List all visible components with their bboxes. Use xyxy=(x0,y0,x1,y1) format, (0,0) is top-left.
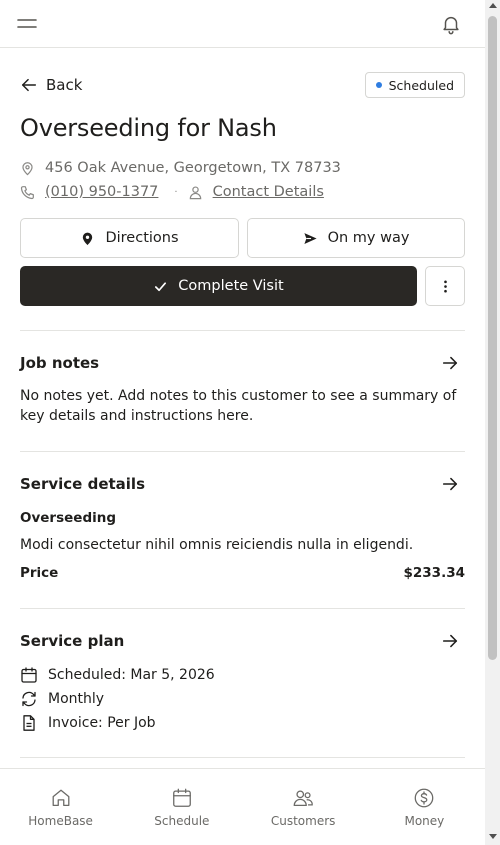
phone-icon xyxy=(20,185,34,199)
send-icon xyxy=(303,232,317,244)
bottom-navigation: HomeBase Schedule Customers Money xyxy=(0,768,485,845)
directions-button[interactable]: Directions xyxy=(20,218,239,258)
nav-label-money: Money xyxy=(404,814,445,828)
status-dot xyxy=(375,82,382,88)
complete-visit-button[interactable]: Complete Visit xyxy=(20,266,417,306)
contact-row: (010) 950-1377 · Contact Details xyxy=(20,182,324,202)
status-label: Scheduled xyxy=(388,77,454,93)
on-my-way-label: On my way xyxy=(327,230,410,246)
address-row: 456 Oak Avenue, Georgetown, TX 78733 xyxy=(20,158,341,178)
frequency-text: Monthly xyxy=(48,691,105,707)
separator-dot: · xyxy=(174,186,178,198)
frequency-row: Monthly xyxy=(20,688,104,710)
divider xyxy=(20,330,465,331)
page-title: Overseeding for Nash xyxy=(20,114,277,142)
location-pin-icon xyxy=(22,161,33,175)
invoice-text: Invoice: Per Job xyxy=(48,715,156,731)
divider xyxy=(20,757,465,758)
arrow-left-icon xyxy=(21,78,37,92)
nav-label-customers: Customers xyxy=(270,814,336,828)
repeat-icon xyxy=(22,691,36,707)
status-badge: Scheduled xyxy=(364,72,465,98)
scheduled-row: Scheduled: Mar 5, 2026 xyxy=(20,664,215,686)
directions-label: Directions xyxy=(105,230,179,246)
top-bar xyxy=(0,0,485,48)
calendar-icon xyxy=(172,788,191,807)
address-text: 456 Oak Avenue, Georgetown, TX 78733 xyxy=(45,160,341,176)
scheduled-text: Scheduled: Mar 5, 2026 xyxy=(48,667,215,683)
more-vertical-icon xyxy=(443,280,447,292)
service-details-title: Service details xyxy=(20,475,145,493)
nav-item-schedule[interactable]: Schedule xyxy=(121,769,242,845)
contact-details-link[interactable]: Contact Details xyxy=(213,184,324,200)
job-notes-text: No notes yet. Add notes to this customer… xyxy=(20,388,457,424)
scrollbar-thumb[interactable] xyxy=(488,16,497,660)
person-icon xyxy=(189,185,201,199)
users-icon xyxy=(293,790,313,806)
home-icon xyxy=(52,789,70,806)
scroll-up-arrow-icon[interactable] xyxy=(488,3,497,8)
divider xyxy=(20,608,465,609)
service-name: Overseeding xyxy=(20,510,117,526)
scroll-down-arrow-icon[interactable] xyxy=(488,834,497,839)
nav-item-homebase[interactable]: HomeBase xyxy=(0,769,121,845)
complete-visit-label: Complete Visit xyxy=(178,278,284,294)
price-value: $233.34 xyxy=(403,565,466,581)
price-label: Price xyxy=(20,565,59,581)
back-label: Back xyxy=(46,76,83,94)
phone-link[interactable]: (010) 950-1377 xyxy=(45,184,158,200)
hamburger-icon[interactable] xyxy=(16,14,38,34)
more-options-button[interactable] xyxy=(425,266,465,306)
nav-item-customers[interactable]: Customers xyxy=(243,769,364,845)
calendar-icon xyxy=(21,667,37,683)
job-notes-title: Job notes xyxy=(20,354,100,372)
service-plan-arrow-icon[interactable] xyxy=(441,632,459,650)
nav-label-homebase: HomeBase xyxy=(28,814,93,828)
on-my-way-button[interactable]: On my way xyxy=(247,218,465,258)
service-details-arrow-icon[interactable] xyxy=(441,475,459,493)
dollar-icon xyxy=(415,788,434,808)
bell-icon[interactable] xyxy=(440,13,462,35)
invoice-row: Invoice: Per Job xyxy=(20,712,156,734)
nav-label-schedule: Schedule xyxy=(154,814,210,828)
nav-item-money[interactable]: Money xyxy=(364,769,485,845)
divider xyxy=(20,451,465,452)
back-button[interactable]: Back xyxy=(20,74,82,96)
service-description: Modi consectetur nihil omnis reiciendis … xyxy=(20,537,414,553)
map-pin-icon xyxy=(83,232,93,245)
service-plan-title: Service plan xyxy=(20,632,125,650)
job-notes-arrow-icon[interactable] xyxy=(441,354,459,372)
check-icon xyxy=(155,281,167,291)
document-icon xyxy=(23,715,35,731)
